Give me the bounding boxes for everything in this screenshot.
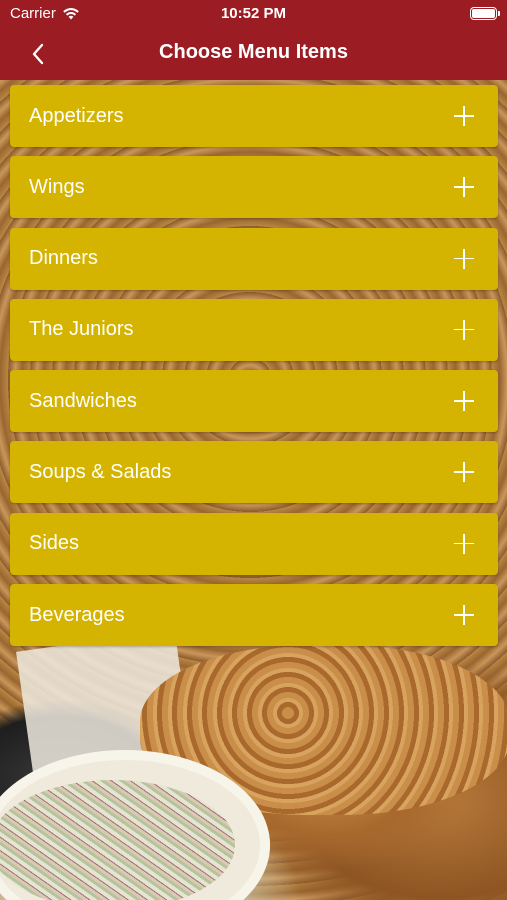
menu-category-label: Wings [29,175,85,198]
menu-category-label: The Juniors [29,318,134,341]
status-time: 10:52 PM [220,5,287,22]
navigation-bar: Choose Menu Items [0,28,507,80]
menu-category-label: Appetizers [29,104,124,127]
menu-category-beverages[interactable]: Beverages [10,584,498,647]
plus-icon[interactable] [454,248,474,269]
menu-category-label: Beverages [29,603,125,626]
menu-category-sides[interactable]: Sides [10,512,498,575]
page-title: Choose Menu Items [159,41,348,63]
plus-icon[interactable] [454,106,474,126]
plus-icon[interactable] [454,605,474,626]
plus-icon[interactable] [454,177,474,198]
menu-category-the-juniors[interactable]: The Juniors [10,298,498,361]
menu-category-label: Soups & Salads [29,460,172,483]
menu-category-sandwiches[interactable]: Sandwiches [10,370,498,433]
plus-icon[interactable] [454,462,474,483]
menu-category-soups-salads[interactable]: Soups & Salads [10,441,498,504]
menu-category-label: Sandwiches [29,389,137,412]
menu-category-wings[interactable]: Wings [10,156,498,219]
battery-icon [470,7,500,20]
plus-icon[interactable] [454,533,474,554]
menu-category-list: Appetizers Wings Dinners The Juniors San… [10,85,498,655]
plus-icon[interactable] [454,391,474,412]
menu-category-appetizers[interactable]: Appetizers [10,85,498,147]
plus-icon[interactable] [454,319,474,340]
menu-category-dinners[interactable]: Dinners [10,227,498,290]
status-bar: Carrier 10:52 PM [0,0,507,28]
menu-category-label: Dinners [29,247,98,270]
menu-category-label: Sides [29,532,80,555]
